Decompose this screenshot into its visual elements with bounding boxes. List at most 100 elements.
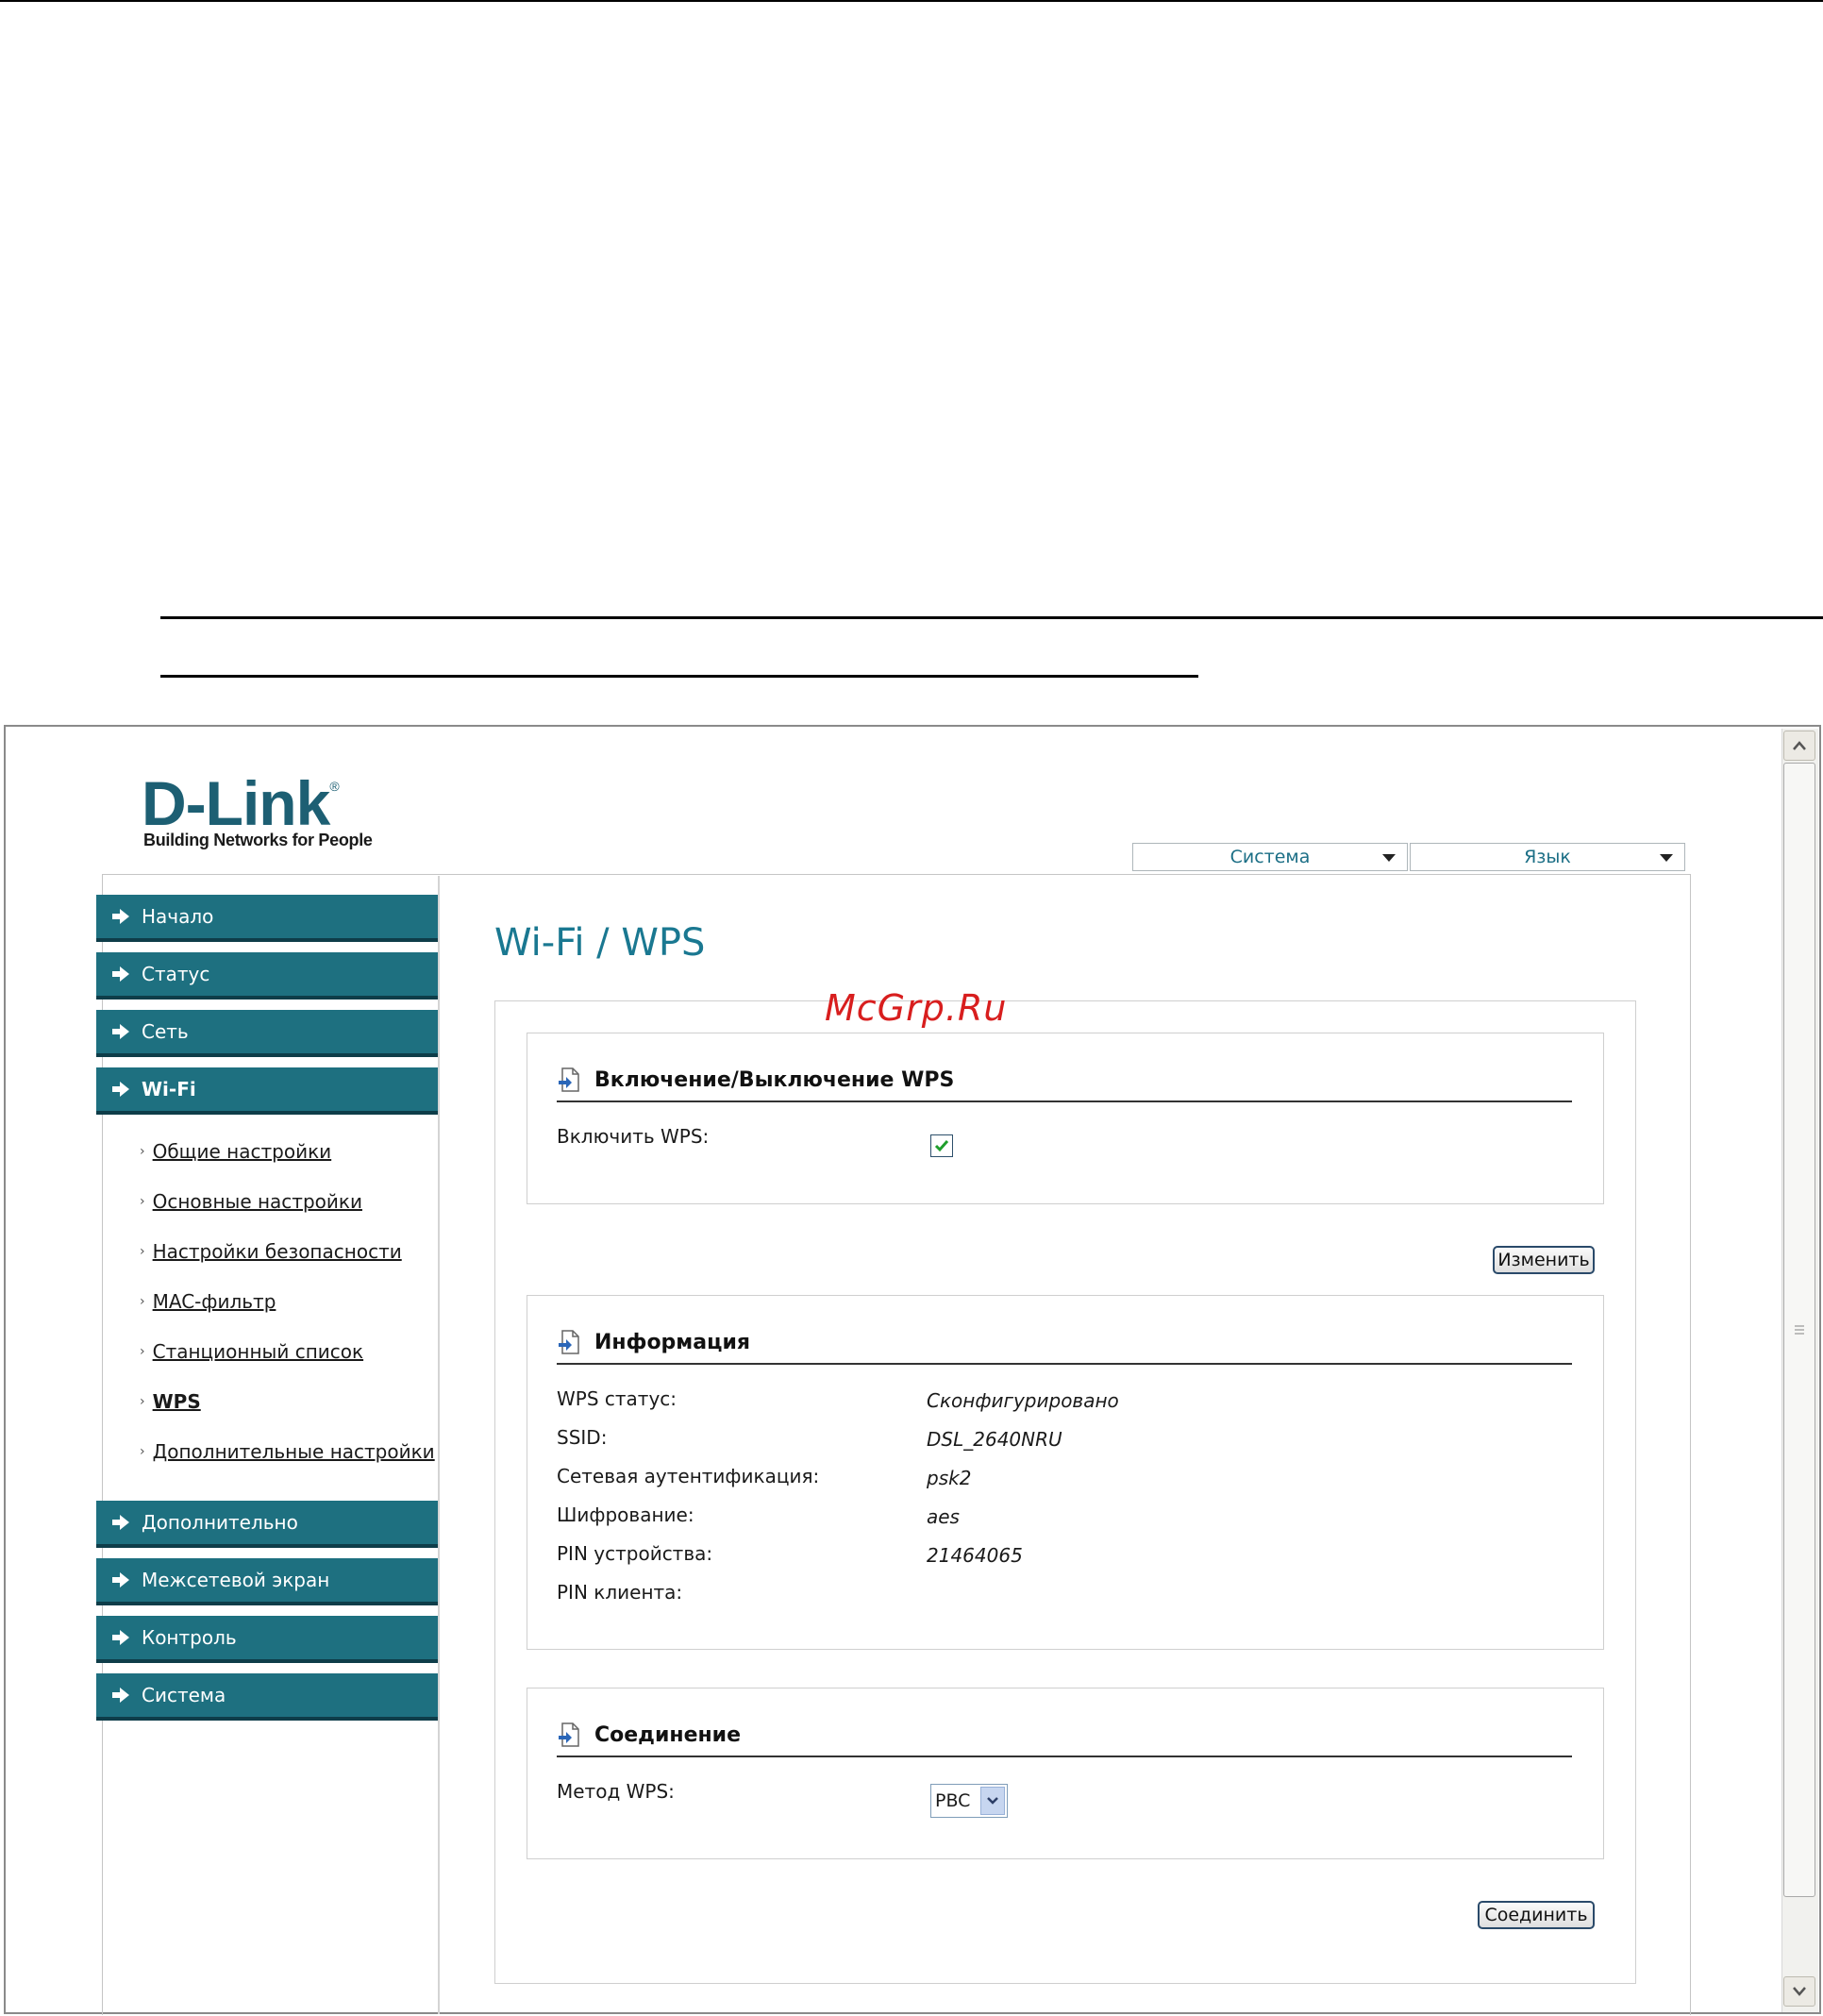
ssid-value: DSL_2640NRU	[927, 1428, 1062, 1451]
sidebar-subitem-station-list[interactable]: › Станционный список	[140, 1340, 363, 1363]
bullet-icon: ›	[140, 1194, 145, 1209]
scroll-up-button[interactable]	[1783, 731, 1815, 761]
sidebar-item-label: Wi-Fi	[142, 1078, 196, 1100]
sidebar-item-system[interactable]: Система	[96, 1673, 438, 1721]
arrow-right-icon	[112, 1630, 129, 1645]
bullet-icon: ›	[140, 1244, 145, 1259]
bullet-icon: ›	[140, 1294, 145, 1309]
sidebar-item-label: Межсетевой экран	[142, 1569, 330, 1591]
arrow-right-icon	[112, 1082, 129, 1097]
section-divider	[557, 1100, 1572, 1102]
wps-toggle-header: Включение/Выключение WPS	[557, 1067, 954, 1093]
wps-toggle-title: Включение/Выключение WPS	[594, 1067, 955, 1092]
wps-method-select[interactable]: PBC	[930, 1784, 1008, 1818]
subitem-label: Станционный список	[152, 1340, 364, 1363]
sidebar-item-label: Статус	[142, 963, 210, 985]
sidebar-subitem-security[interactable]: › Настройки безопасности	[140, 1240, 402, 1263]
sidebar-item-firewall[interactable]: Межсетевой экран	[96, 1558, 438, 1605]
sidebar-item-advanced[interactable]: Дополнительно	[96, 1501, 438, 1548]
sidebar-subitem-advanced[interactable]: › Дополнительные настройки	[140, 1440, 435, 1463]
wps-status-label: WPS статус:	[557, 1387, 677, 1410]
page-top-rule	[0, 0, 1823, 2]
document-rule-2	[160, 675, 1198, 678]
dlink-logo: D-Link®	[142, 772, 340, 834]
subitem-label: Дополнительные настройки	[152, 1440, 435, 1463]
wps-status-value: Сконфигурировано	[927, 1389, 1119, 1412]
sidebar-item-label: Сеть	[142, 1020, 189, 1043]
subitem-label: Основные настройки	[152, 1190, 362, 1213]
sidebar-subitem-wps[interactable]: › WPS	[140, 1390, 201, 1413]
sidebar-item-label: Система	[142, 1684, 226, 1706]
system-menu-dropdown[interactable]: Система	[1132, 843, 1408, 871]
auth-label: Сетевая аутентификация:	[557, 1465, 820, 1487]
sidebar-divider	[438, 876, 440, 2014]
connection-panel	[527, 1688, 1604, 1859]
page-arrow-icon	[559, 1330, 579, 1354]
page-title: Wi-Fi / WPS	[494, 921, 706, 965]
info-title: Информация	[594, 1330, 750, 1354]
info-header: Информация	[557, 1329, 750, 1355]
connect-button[interactable]: Соединить	[1478, 1901, 1595, 1929]
subitem-label: Настройки безопасности	[152, 1240, 402, 1263]
sidebar-item-label: Контроль	[142, 1626, 237, 1649]
caret-down-icon	[1382, 854, 1396, 862]
checkmark-icon	[934, 1140, 949, 1152]
watermark: McGrp.Ru	[825, 987, 1008, 1029]
page-arrow-icon	[559, 1067, 579, 1092]
sidebar-item-network[interactable]: Сеть	[96, 1010, 438, 1057]
page-arrow-icon	[559, 1722, 579, 1747]
sidebar-item-wifi[interactable]: Wi-Fi	[96, 1067, 438, 1115]
caret-down-icon	[1660, 854, 1673, 862]
scroll-thumb[interactable]	[1783, 763, 1815, 1897]
arrow-right-icon	[112, 1688, 129, 1703]
change-button[interactable]: Изменить	[1493, 1246, 1595, 1274]
bullet-icon: ›	[140, 1394, 145, 1409]
section-divider	[557, 1363, 1572, 1365]
chevron-down-icon	[1793, 1987, 1806, 1996]
device-pin-label: PIN устройства:	[557, 1542, 713, 1565]
select-dropdown-button[interactable]	[980, 1787, 1005, 1815]
arrow-right-icon	[112, 1515, 129, 1530]
language-menu-dropdown[interactable]: Язык	[1410, 843, 1685, 871]
system-menu-label: Система	[1229, 847, 1311, 867]
bullet-icon: ›	[140, 1344, 145, 1359]
device-pin-value: 21464065	[927, 1544, 1023, 1567]
sidebar-item-label: Дополнительно	[142, 1511, 298, 1534]
wps-method-label: Метод WPS:	[557, 1780, 675, 1803]
scroll-down-button[interactable]	[1783, 1976, 1815, 2007]
connection-title: Соединение	[594, 1722, 742, 1747]
sidebar-item-control[interactable]: Контроль	[96, 1616, 438, 1663]
encryption-value: aes	[927, 1505, 960, 1528]
client-pin-label: PIN клиента:	[557, 1581, 683, 1604]
logo-tagline: Building Networks for People	[143, 831, 373, 849]
subitem-label: MAC-фильтр	[152, 1290, 276, 1313]
auth-value: psk2	[927, 1467, 972, 1489]
document-rule-1	[160, 616, 1823, 619]
bullet-icon: ›	[140, 1144, 145, 1159]
wps-toggle-panel	[527, 1033, 1604, 1204]
arrow-right-icon	[112, 909, 129, 924]
sidebar-subitem-general[interactable]: › Общие настройки	[140, 1140, 331, 1163]
language-menu-label: Язык	[1524, 847, 1571, 867]
chevron-up-icon	[1793, 741, 1806, 750]
arrow-right-icon	[112, 966, 129, 982]
logo-text: D-Link	[142, 768, 330, 838]
chevron-down-icon	[987, 1797, 998, 1805]
sidebar-item-status[interactable]: Статус	[96, 952, 438, 1000]
bullet-icon: ›	[140, 1444, 145, 1459]
grip-icon	[1795, 1325, 1804, 1335]
sidebar-item-home[interactable]: Начало	[96, 895, 438, 942]
sidebar-subitem-basic[interactable]: › Основные настройки	[140, 1190, 362, 1213]
logo-registered-mark: ®	[329, 779, 339, 794]
wps-method-value: PBC	[935, 1790, 971, 1811]
enable-wps-label: Включить WPS:	[557, 1125, 710, 1148]
sidebar-subitem-mac-filter[interactable]: › MAC-фильтр	[140, 1290, 276, 1313]
subitem-label: Общие настройки	[152, 1140, 332, 1163]
connection-header: Соединение	[557, 1722, 741, 1748]
subitem-label: WPS	[152, 1390, 201, 1413]
arrow-right-icon	[112, 1572, 129, 1588]
section-divider	[557, 1756, 1572, 1757]
sidebar-item-label: Начало	[142, 905, 214, 928]
enable-wps-checkbox[interactable]	[930, 1134, 953, 1157]
ssid-label: SSID:	[557, 1426, 608, 1449]
